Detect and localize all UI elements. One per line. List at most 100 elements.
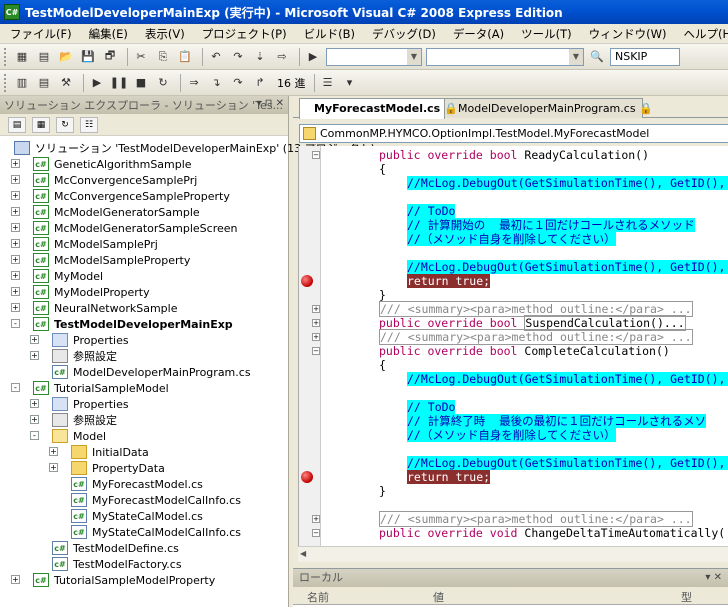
tree-item[interactable]: - c# TutorialSampleModel (0, 380, 289, 396)
undo-icon[interactable]: ↶ (207, 48, 225, 66)
start-debug-icon[interactable]: ▶ (304, 48, 322, 66)
expand-icon[interactable]: + (30, 351, 39, 360)
redo-icon[interactable]: ↷ (229, 48, 247, 66)
format-icon[interactable]: ▥ (13, 74, 31, 92)
code-line[interactable]: { (379, 162, 386, 176)
tree-item[interactable]: + c# McConvergenceSampleProperty (0, 188, 289, 204)
expand-icon[interactable]: + (11, 223, 20, 232)
collapse-icon[interactable]: − (312, 347, 320, 355)
collapse-icon[interactable]: − (312, 151, 320, 159)
panel-controls[interactable]: ▾ ✕ (705, 569, 722, 587)
tree-item[interactable]: + c# McModelSamplePrj (0, 236, 289, 252)
panel-controls[interactable]: ▾ ⊓ ✕ (256, 98, 284, 109)
tree-item[interactable]: c# MyStateCalModelCalInfo.cs (0, 524, 289, 540)
open-folder-icon[interactable]: 📂 (57, 48, 75, 66)
expand-icon[interactable]: + (11, 255, 20, 264)
tree-item[interactable]: + c# McModelGeneratorSampleScreen (0, 220, 289, 236)
tab-my-forecast-model[interactable]: MyForecastModel.cs 🔒 (299, 98, 458, 119)
expand-icon[interactable]: + (312, 515, 320, 523)
toolbar-grip[interactable] (4, 47, 7, 66)
tree-item[interactable]: c# ModelDeveloperMainProgram.cs (0, 364, 289, 380)
tree-item[interactable]: c# TestModelFactory.cs (0, 556, 289, 572)
tree-item[interactable]: + c# McModelGeneratorSample (0, 204, 289, 220)
code-line[interactable]: // ToDo (407, 400, 456, 414)
menu-edit[interactable]: 編集(E) (89, 26, 128, 42)
pause-icon[interactable]: ❚❚ (110, 74, 128, 92)
menu-view[interactable]: 表示(V) (145, 26, 185, 42)
continue-icon[interactable]: ▶ (88, 74, 106, 92)
menu-build[interactable]: ビルド(B) (304, 26, 355, 42)
code-line[interactable]: public override bool ReadyCalculation() (379, 148, 649, 162)
breakpoint-gutter[interactable]: − + + + − + − (299, 146, 321, 546)
expand-icon[interactable]: + (312, 305, 320, 313)
code-line[interactable]: //（メソッド自身を削除してください） (407, 428, 616, 442)
breakpoints-window-icon[interactable]: ☰ (319, 74, 337, 92)
tree-item[interactable]: c# MyForecastModel.cs (0, 476, 289, 492)
tree-item[interactable]: + c# TutorialSampleModelProperty (0, 572, 289, 588)
paste-icon[interactable]: 📋 (176, 48, 194, 66)
properties-icon[interactable]: ▤ (8, 116, 26, 133)
code-line[interactable]: } (379, 484, 386, 498)
code-line[interactable]: } (379, 288, 386, 302)
platform-combo[interactable]: ▼ (426, 47, 584, 66)
tree-item[interactable]: + Properties (0, 396, 289, 412)
chevron-down-icon[interactable]: ▾ (341, 74, 359, 92)
expand-icon[interactable]: + (30, 335, 39, 344)
code-line[interactable]: { (379, 358, 386, 372)
expand-icon[interactable]: + (49, 463, 58, 472)
expand-icon[interactable]: + (49, 447, 58, 456)
tree-item[interactable]: + PropertyData (0, 460, 289, 476)
expand-icon[interactable]: + (312, 319, 320, 327)
column-value[interactable]: 値 (433, 589, 444, 605)
tree-item[interactable]: - c# TestModelDeveloperMainExp (0, 316, 289, 332)
tree-item[interactable]: + c# MyModel (0, 268, 289, 284)
code-line[interactable]: public override bool CompleteCalculation… (379, 344, 670, 358)
tree-item[interactable]: c# TestModelDefine.cs (0, 540, 289, 556)
menu-project[interactable]: プロジェクト(P) (202, 26, 287, 42)
expand-icon[interactable]: + (11, 159, 20, 168)
menu-data[interactable]: データ(A) (453, 26, 504, 42)
step-into-icon[interactable]: ↴ (207, 74, 225, 92)
cut-icon[interactable]: ✂ (132, 48, 150, 66)
menu-debug[interactable]: デバッグ(D) (372, 26, 436, 42)
add-item-icon[interactable]: ▤ (35, 48, 53, 66)
save-icon[interactable]: 💾 (79, 48, 97, 66)
collapse-icon[interactable]: − (312, 529, 320, 537)
collapse-icon[interactable]: - (11, 383, 20, 392)
code-line[interactable]: /// <summary><para>method outline:</para… (379, 301, 693, 317)
code-line[interactable]: public override void ChangeDeltaTimeAuto… (379, 526, 725, 540)
expand-icon[interactable]: + (11, 239, 20, 248)
tree-item[interactable]: + c# McConvergenceSamplePrj (0, 172, 289, 188)
horizontal-scrollbar[interactable]: ◀ (298, 546, 728, 562)
code-line[interactable]: //McLog.DebugOut(GetSimulationTime(), Ge… (407, 260, 728, 274)
code-line[interactable]: //McLog.DebugOut(GetSimulationTime(), Ge… (407, 372, 728, 386)
collapse-icon[interactable]: - (30, 431, 39, 440)
tree-item[interactable]: + c# NeuralNetworkSample (0, 300, 289, 316)
collapse-icon[interactable]: - (11, 319, 20, 328)
expand-icon[interactable]: + (11, 271, 20, 280)
column-type[interactable]: 型 (681, 589, 692, 605)
menu-window[interactable]: ウィンドウ(W) (589, 26, 667, 42)
expand-icon[interactable]: + (312, 333, 320, 341)
code-line[interactable]: public override bool SuspendCalculation(… (379, 315, 686, 331)
code-line[interactable]: /// <summary><para>method outline:</para… (379, 329, 693, 345)
hex-display-toggle[interactable]: 16 進 (277, 75, 306, 91)
layout-icon[interactable]: ▤ (35, 74, 53, 92)
tab-model-developer-main-program[interactable]: ModelDeveloperMainProgram.cs 🔒 (443, 98, 653, 118)
nav-forward-icon[interactable]: ⇨ (273, 48, 291, 66)
toolbar-grip[interactable] (4, 73, 7, 92)
expand-icon[interactable]: + (11, 175, 20, 184)
refresh-icon[interactable]: ↻ (56, 116, 74, 133)
tree-item[interactable]: c# MyForecastModelCalInfo.cs (0, 492, 289, 508)
tree-item[interactable]: c# MyStateCalModel.cs (0, 508, 289, 524)
expand-icon[interactable]: + (11, 303, 20, 312)
stop-icon[interactable]: ■ (132, 74, 150, 92)
code-line[interactable]: //McLog.DebugOut(GetSimulationTime(), Ge… (407, 176, 728, 190)
code-line[interactable]: // ToDo (407, 204, 456, 218)
copy-icon[interactable]: ⎘ (154, 48, 172, 66)
type-selector[interactable]: CommonMP.HYMCO.OptionImpl.TestModel.MyFo… (299, 124, 728, 143)
navigate-icon[interactable]: ⇣ (251, 48, 269, 66)
restart-icon[interactable]: ↻ (154, 74, 172, 92)
code-line[interactable]: return true; (407, 470, 491, 484)
show-next-statement-icon[interactable]: ⇒ (185, 74, 203, 92)
